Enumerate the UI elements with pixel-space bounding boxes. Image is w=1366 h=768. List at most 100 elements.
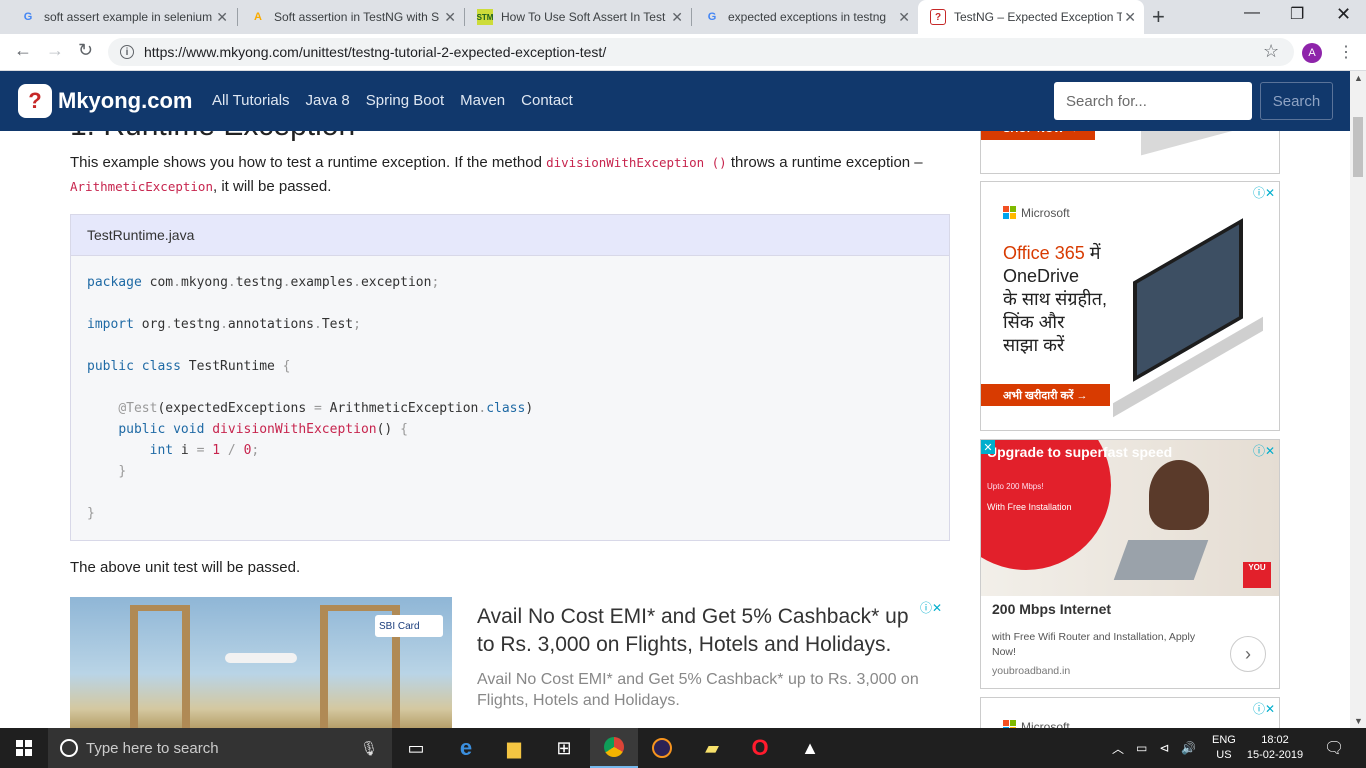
search-placeholder: Type here to search — [86, 739, 219, 757]
site-search-button[interactable]: Search — [1260, 82, 1333, 120]
close-icon[interactable]: ✕ — [216, 9, 228, 26]
battery-icon[interactable]: ▭ — [1136, 741, 1147, 755]
start-button[interactable] — [0, 728, 48, 768]
chrome-icon[interactable] — [590, 728, 638, 768]
nav-java8[interactable]: Java 8 — [306, 92, 350, 109]
forward-arrow-icon[interactable]: → — [46, 40, 64, 61]
sbi-card-logo: SBI Card — [375, 615, 443, 637]
clock[interactable]: 18:02 15-02-2019 — [1245, 733, 1305, 763]
ad-description: Avail No Cost EMI* and Get 5% Cashback* … — [477, 671, 919, 709]
site-search-input[interactable]: Search for... — [1054, 82, 1252, 120]
reload-icon[interactable]: ↻ — [78, 40, 93, 61]
microsoft-wordmark: Microsoft — [1021, 720, 1070, 728]
ad-url: youbroadband.in — [992, 665, 1071, 677]
site-logo[interactable]: ? Mkyong.com — [18, 84, 192, 118]
google-icon: G — [23, 11, 33, 23]
headline-text: सिंक और — [1003, 312, 1065, 332]
adchoices-icon[interactable]: ⓘ✕ — [920, 599, 942, 616]
intro-paragraph: This example shows you how to test a run… — [70, 151, 930, 199]
photos-icon[interactable]: ▲ — [786, 728, 834, 768]
nav-contact[interactable]: Contact — [521, 92, 573, 109]
close-icon[interactable]: ✕ — [898, 9, 910, 26]
microphone-icon[interactable]: 🎙 — [360, 740, 378, 757]
task-view-icon[interactable]: ▭ — [392, 728, 440, 768]
minimize-button[interactable]: — — [1244, 4, 1260, 22]
intro-text: , it will be passed. — [213, 178, 332, 195]
woman-photo — [1149, 460, 1209, 530]
close-icon[interactable]: ✕ — [1124, 9, 1136, 26]
scroll-up-arrow-icon[interactable]: ▲ — [1354, 73, 1363, 83]
adchoices-icon[interactable]: ⓘ✕ — [1253, 700, 1275, 717]
notification-icon[interactable]: 🗨 — [1324, 738, 1344, 758]
close-icon[interactable]: ✕ — [981, 440, 995, 454]
opera-icon[interactable]: O — [736, 728, 784, 768]
system-tray: ︿ ▭ ⊲ 🔊 — [1112, 728, 1196, 768]
headline-text: साझा करें — [1003, 335, 1065, 355]
store-icon[interactable]: ⊞ — [540, 728, 588, 768]
chevron-right-icon[interactable]: › — [1230, 636, 1266, 672]
eclipse-icon[interactable] — [638, 728, 686, 768]
volume-icon[interactable]: 🔊 — [1181, 741, 1196, 755]
scroll-down-arrow-icon[interactable]: ▼ — [1354, 716, 1363, 726]
tab-3[interactable]: G expected exceptions in testng ✕ — [692, 0, 918, 34]
broadband-ad[interactable]: Upgrade to superfast speed Upto 200 Mbps… — [980, 439, 1280, 689]
vertical-scrollbar[interactable]: ▲ ▼ — [1350, 71, 1366, 728]
ad-title[interactable]: Avail No Cost EMI* and Get 5% Cashback* … — [477, 603, 927, 659]
office365-ad[interactable]: ⓘ✕ Microsoft Office 365 में OneDrive के … — [980, 181, 1280, 431]
chevron-up-icon[interactable]: ︿ — [1112, 740, 1124, 757]
back-arrow-icon[interactable]: ← — [14, 40, 32, 61]
info-icon[interactable]: i — [120, 45, 134, 59]
ad-image[interactable]: Upgrade to superfast speed Upto 200 Mbps… — [981, 440, 1279, 596]
sticky-notes-icon[interactable]: ▰ — [688, 728, 736, 768]
office365-name: Office 365 — [1003, 243, 1085, 263]
adchoices-icon[interactable]: ⓘ✕ — [1253, 442, 1275, 459]
new-tab-button[interactable]: + — [1152, 4, 1165, 30]
nav-maven[interactable]: Maven — [460, 92, 505, 109]
bookmark-star-icon[interactable]: ☆ — [1263, 41, 1279, 62]
tab-2[interactable]: STM How To Use Soft Assert In Test ✕ — [465, 0, 691, 34]
question-mark-logo-icon: ? — [18, 84, 52, 118]
taskbar-search-box[interactable]: Type here to search 🎙 — [48, 728, 392, 768]
nav-spring-boot[interactable]: Spring Boot — [366, 92, 444, 109]
tab-title: soft assert example in selenium — [44, 10, 212, 24]
close-icon[interactable]: ✕ — [444, 9, 456, 26]
mkyong-icon: ? — [930, 9, 946, 25]
microsoft-logo: Microsoft — [1003, 720, 1070, 728]
edge-icon[interactable]: e — [442, 728, 490, 768]
address-bar[interactable]: i https://www.mkyong.com/unittest/testng… — [108, 38, 1294, 66]
intro-text: throws a runtime exception – — [726, 154, 923, 171]
profile-avatar[interactable]: A — [1302, 43, 1322, 63]
lang-code: ENG — [1212, 734, 1236, 746]
code-filename: TestRuntime.java — [71, 215, 949, 256]
buy-now-button[interactable]: अभी खरीदारी करें → — [981, 384, 1110, 406]
swing-pillar — [320, 607, 328, 728]
scrollbar-thumb[interactable] — [1353, 117, 1363, 177]
headline-text: में — [1084, 243, 1101, 263]
nav-all-tutorials[interactable]: All Tutorials — [212, 92, 290, 109]
file-explorer-icon[interactable]: ▆ — [490, 728, 538, 768]
microsoft-squares-icon — [1003, 720, 1017, 728]
kebab-menu-icon[interactable]: ⋮ — [1338, 42, 1354, 62]
swing-pillar — [130, 607, 138, 728]
clock-time: 18:02 — [1261, 734, 1289, 746]
google-icon: G — [707, 11, 717, 23]
sbi-card-ad[interactable]: SBI Card Avail No Cost EMI* and Get 5% C… — [70, 597, 950, 728]
inline-code: ArithmeticException — [70, 179, 213, 194]
close-icon[interactable]: ✕ — [671, 9, 683, 26]
clock-date: 15-02-2019 — [1246, 749, 1304, 761]
ad-title[interactable]: 200 Mbps Internet — [992, 601, 1111, 617]
restore-button[interactable]: ❐ — [1290, 4, 1304, 24]
tab-4-active[interactable]: ? TestNG – Expected Exception T ✕ — [918, 0, 1144, 34]
ad-image[interactable]: SBI Card — [70, 597, 452, 728]
code-body: package com.mkyong.testng.examples.excep… — [87, 275, 534, 521]
microsoft-squares-icon — [1003, 206, 1017, 220]
windows-taskbar: Type here to search 🎙 ▭ e ▆ ⊞ ▰ O ▲ ︿ ▭ … — [0, 728, 1366, 768]
tab-0[interactable]: G soft assert example in selenium ✕ — [8, 0, 236, 34]
window-close-button[interactable]: ✕ — [1336, 4, 1351, 25]
tab-1[interactable]: A Soft assertion in TestNG with S ✕ — [238, 0, 464, 34]
microsoft-ad-bottom[interactable]: ⓘ✕ Microsoft — [980, 697, 1280, 728]
network-icon[interactable]: ⊲ — [1159, 741, 1169, 755]
language-indicator[interactable]: ENG US — [1212, 733, 1236, 763]
tab-title: expected exceptions in testng — [728, 10, 887, 24]
ad-subtext: Upto 200 Mbps! — [987, 482, 1044, 491]
